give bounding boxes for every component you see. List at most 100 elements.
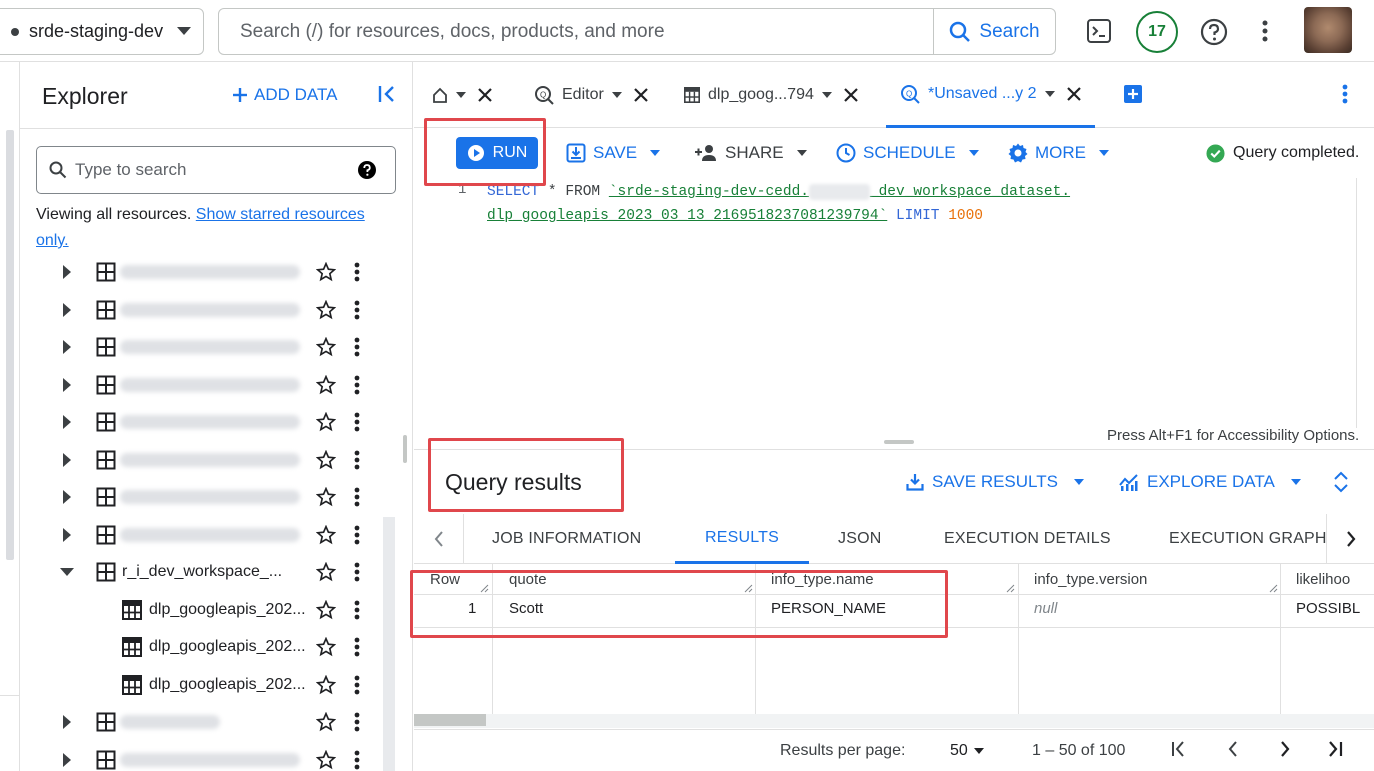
next-page-icon[interactable] (1276, 740, 1294, 758)
search-input[interactable] (219, 9, 933, 54)
more-vert-icon[interactable] (354, 712, 360, 732)
tab-unsaved-query[interactable]: Q *Unsaved ...y 2 (886, 62, 1095, 128)
dataset-row[interactable] (20, 703, 390, 740)
column-header-info-type-name[interactable]: info_type.name (771, 564, 874, 594)
help-filled-icon[interactable] (357, 160, 377, 180)
tab-home[interactable] (432, 62, 492, 128)
more-vert-icon[interactable] (354, 262, 360, 282)
dataset-row[interactable] (20, 741, 390, 771)
star-icon[interactable] (316, 374, 336, 395)
column-header-info-type-version[interactable]: info_type.version (1034, 564, 1148, 594)
expand-arrow-icon[interactable] (62, 752, 72, 767)
star-icon[interactable] (316, 261, 336, 282)
more-vert-icon[interactable] (354, 450, 360, 470)
horizontal-scrollbar-thumb[interactable] (414, 714, 486, 726)
close-icon[interactable] (478, 88, 492, 102)
more-vert-icon[interactable] (354, 412, 360, 432)
tabs-scroll-left[interactable] (414, 514, 464, 564)
tab-dlp-table[interactable]: dlp_goog...794 (684, 62, 858, 128)
more-vert-icon[interactable] (354, 600, 360, 620)
dataset-row[interactable] (20, 328, 390, 365)
dataset-row[interactable] (20, 366, 390, 403)
chevron-down-icon[interactable] (456, 92, 466, 98)
save-button[interactable]: SAVE (566, 128, 661, 178)
close-icon[interactable] (634, 88, 648, 102)
cell-likelihood[interactable]: POSSIBL (1296, 600, 1360, 617)
expand-arrow-icon[interactable] (62, 714, 72, 729)
results-per-page-select[interactable]: 50 (950, 742, 984, 760)
more-vert-icon[interactable] (354, 337, 360, 357)
tab-execution-graph[interactable]: EXECUTION GRAPH (1169, 514, 1327, 564)
schedule-button[interactable]: SCHEDULE (836, 128, 979, 178)
resize-grip-icon[interactable] (744, 584, 753, 593)
more-vert-icon[interactable] (354, 300, 360, 320)
previous-page-icon[interactable] (1224, 740, 1242, 758)
expand-arrow-icon[interactable] (62, 414, 72, 429)
panel-resize-handle[interactable] (403, 435, 407, 463)
sql-code[interactable]: SELECT * FROM `srde-staging-dev-cedd.xxx… (487, 180, 1070, 228)
cell-info-type-version[interactable]: null (1034, 600, 1057, 617)
dataset-row[interactable] (20, 253, 390, 290)
explorer-search-input[interactable] (75, 160, 345, 180)
column-header-quote[interactable]: quote (509, 564, 547, 594)
dataset-row-expanded[interactable]: r_i_dev_workspace_... (20, 553, 390, 590)
editor-resize-handle[interactable] (884, 440, 914, 444)
horizontal-scrollbar-track[interactable] (414, 714, 1374, 728)
table-row[interactable]: dlp_googleapis_202... (20, 591, 390, 628)
sql-editor[interactable]: 1 SELECT * FROM `srde-staging-dev-cedd.x… (414, 178, 1374, 450)
star-icon[interactable] (316, 674, 336, 695)
project-selector[interactable]: srde-staging-dev (0, 8, 204, 55)
star-icon[interactable] (316, 711, 336, 732)
star-icon[interactable] (316, 336, 336, 357)
dataset-row[interactable] (20, 291, 390, 328)
resize-grip-icon[interactable] (1269, 584, 1278, 593)
chevron-down-icon[interactable] (611, 92, 622, 98)
cell-info-type-name[interactable]: PERSON_NAME (771, 600, 886, 617)
last-page-icon[interactable] (1326, 740, 1344, 758)
dataset-row[interactable] (20, 478, 390, 515)
expand-icon[interactable] (1333, 471, 1349, 493)
table-row[interactable]: dlp_googleapis_202... (20, 628, 390, 665)
resize-grip-icon[interactable] (1006, 584, 1015, 593)
more-vert-icon[interactable] (1262, 20, 1268, 42)
more-button[interactable]: MORE (1008, 128, 1109, 178)
more-vert-icon[interactable] (354, 562, 360, 582)
expand-arrow-icon[interactable] (62, 339, 72, 354)
expand-arrow-icon[interactable] (62, 377, 72, 392)
tab-results[interactable]: RESULTS (675, 514, 810, 564)
star-icon[interactable] (316, 524, 336, 545)
column-header-row[interactable]: Row (430, 564, 461, 594)
tabs-scroll-right[interactable] (1326, 514, 1374, 564)
add-tab-icon[interactable] (1124, 85, 1142, 103)
more-vert-icon[interactable] (354, 375, 360, 395)
dataset-row[interactable] (20, 516, 390, 553)
tab-job-information[interactable]: JOB INFORMATION (492, 514, 641, 564)
close-icon[interactable] (1066, 86, 1081, 101)
more-vert-icon[interactable] (354, 525, 360, 545)
star-icon[interactable] (316, 749, 336, 770)
tab-execution-details[interactable]: EXECUTION DETAILS (944, 514, 1111, 564)
more-vert-icon[interactable] (354, 637, 360, 657)
star-icon[interactable] (316, 486, 336, 507)
expand-arrow-icon[interactable] (62, 489, 72, 504)
cloud-shell-icon[interactable] (1086, 18, 1112, 44)
chevron-down-icon[interactable] (1044, 90, 1055, 97)
tab-json[interactable]: JSON (838, 514, 881, 564)
search-button[interactable]: Search (933, 9, 1055, 54)
expand-arrow-icon[interactable] (62, 264, 72, 279)
avatar[interactable] (1304, 7, 1352, 53)
star-icon[interactable] (316, 599, 336, 620)
chevron-down-icon[interactable] (821, 92, 832, 98)
more-vert-icon[interactable] (354, 675, 360, 695)
save-results-button[interactable]: SAVE RESULTS (906, 472, 1084, 492)
help-icon[interactable] (1200, 18, 1228, 46)
collapse-arrow-icon[interactable] (60, 567, 74, 577)
first-page-icon[interactable] (1170, 740, 1188, 758)
expand-arrow-icon[interactable] (62, 452, 72, 467)
table-row[interactable]: dlp_googleapis_202... (20, 666, 390, 703)
explorer-scrollbar[interactable] (383, 517, 395, 771)
tab-editor[interactable]: Q Editor (534, 62, 648, 128)
rail-scrollbar[interactable] (6, 130, 14, 560)
expand-arrow-icon[interactable] (62, 527, 72, 542)
star-icon[interactable] (316, 299, 336, 320)
